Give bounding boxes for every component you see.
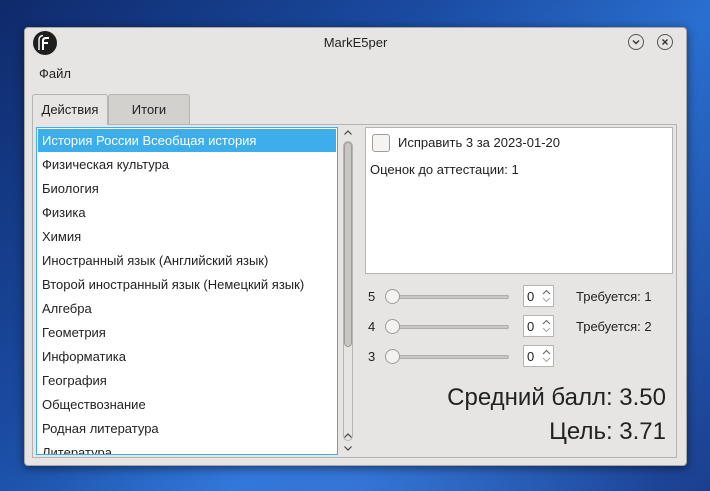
- spin-arrows-icon[interactable]: [540, 287, 553, 305]
- close-button[interactable]: [657, 34, 673, 50]
- actions-panel: История России Всеобщая история Физическа…: [32, 124, 677, 458]
- subject-list-item[interactable]: Второй иностранный язык (Немецкий язык): [38, 273, 336, 296]
- grade-count-spinbox[interactable]: 0: [523, 345, 554, 367]
- spin-arrows-icon[interactable]: [540, 347, 553, 365]
- chevron-up-icon[interactable]: [343, 431, 353, 441]
- fix-grade-label[interactable]: Исправить 3 за 2023-01-20: [398, 135, 560, 150]
- grade-row-3: 3 0: [365, 345, 675, 369]
- fix-grade-checkbox[interactable]: [372, 134, 390, 152]
- subject-info-box: Исправить 3 за 2023-01-20 Оценок до атте…: [365, 127, 673, 274]
- close-icon: [662, 39, 668, 45]
- grade-row-5: 5 0 Требуется: 1: [365, 285, 675, 309]
- subject-list-item[interactable]: Биология: [38, 177, 336, 200]
- subject-list-item[interactable]: Физическая культура: [38, 153, 336, 176]
- grade-slider[interactable]: [393, 295, 509, 299]
- subject-list-item[interactable]: Литература: [38, 441, 336, 454]
- scrollbar-track[interactable]: [343, 141, 353, 441]
- grade-slider-handle[interactable]: [385, 289, 400, 304]
- chevron-down-icon[interactable]: [343, 443, 353, 453]
- goal-score: Цель: 3.71: [549, 418, 666, 445]
- tab-results[interactable]: Итоги: [108, 94, 190, 124]
- chevron-down-icon: [632, 40, 640, 45]
- average-score: Средний балл: 3.50: [447, 384, 666, 411]
- marks-until-attestation: Оценок до аттестации: 1: [370, 162, 519, 177]
- minimize-button[interactable]: [628, 34, 644, 50]
- subject-list-item[interactable]: Обществознание: [38, 393, 336, 416]
- subject-list-item[interactable]: Алгебра: [38, 297, 336, 320]
- grade-slider-handle[interactable]: [385, 349, 400, 364]
- grade-count-value: 0: [527, 289, 535, 304]
- grade-slider[interactable]: [393, 355, 509, 359]
- subject-list-item[interactable]: Геометрия: [38, 321, 336, 344]
- required-count: Требуется: 1: [576, 289, 652, 304]
- chevron-up-icon[interactable]: [343, 128, 353, 138]
- title-bar[interactable]: MarkE5per: [25, 28, 686, 58]
- grade-slider-handle[interactable]: [385, 319, 400, 334]
- spin-arrows-icon[interactable]: [540, 317, 553, 335]
- subject-list-scrollbar[interactable]: [340, 127, 356, 455]
- subject-list-item[interactable]: Химия: [38, 225, 336, 248]
- grade-slider[interactable]: [393, 325, 509, 329]
- subject-list-item[interactable]: Родная литература: [38, 417, 336, 440]
- app-window: MarkE5per Файл Действия Итоги История Ро…: [24, 27, 687, 466]
- subject-list-item[interactable]: Информатика: [38, 345, 336, 368]
- grade-count-value: 0: [527, 349, 535, 364]
- grade-count-spinbox[interactable]: 0: [523, 315, 554, 337]
- subject-list-item[interactable]: История России Всеобщая история: [38, 129, 336, 152]
- grade-count-spinbox[interactable]: 0: [523, 285, 554, 307]
- subject-list-item[interactable]: Иностранный язык (Английский язык): [38, 249, 336, 272]
- subject-list-item[interactable]: Физика: [38, 201, 336, 224]
- subject-list-item[interactable]: География: [38, 369, 336, 392]
- menu-bar: Файл: [25, 62, 686, 84]
- scrollbar-thumb[interactable]: [344, 142, 352, 347]
- grade-label: 5: [368, 289, 376, 304]
- grade-count-value: 0: [527, 319, 535, 334]
- window-title: MarkE5per: [323, 35, 388, 50]
- grade-label: 3: [368, 349, 376, 364]
- grade-label: 4: [368, 319, 376, 334]
- subject-list[interactable]: История России Всеобщая история Физическа…: [36, 127, 338, 455]
- grade-row-4: 4 0 Требуется: 2: [365, 315, 675, 339]
- tab-actions[interactable]: Действия: [32, 94, 108, 125]
- menu-file[interactable]: Файл: [39, 66, 71, 81]
- required-count: Требуется: 2: [576, 319, 652, 334]
